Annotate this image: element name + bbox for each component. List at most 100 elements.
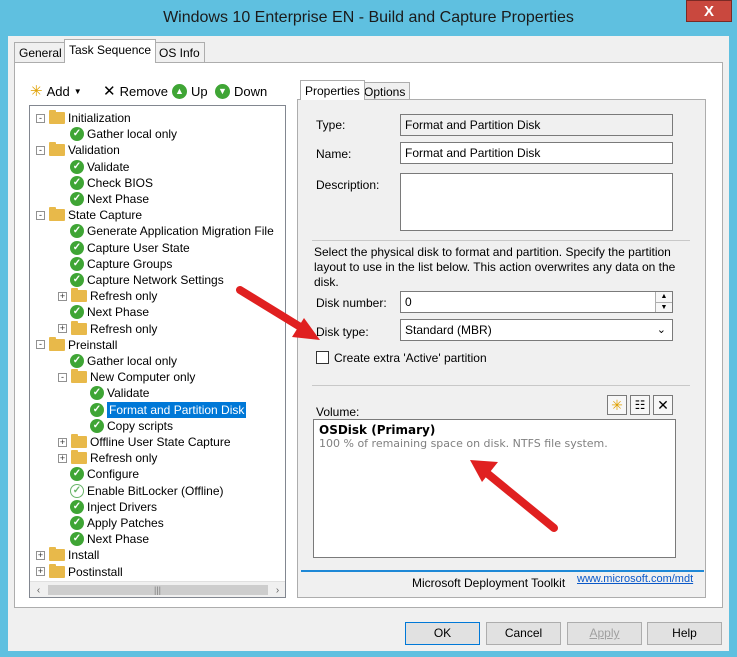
tree-group-node[interactable]: - Initialization xyxy=(36,110,131,126)
tree-group-node[interactable]: - State Capture xyxy=(36,207,142,223)
down-button[interactable]: ▼ Down xyxy=(215,80,267,102)
step-check-icon: ✓ xyxy=(70,159,84,174)
volume-properties-icon[interactable]: ☷ xyxy=(630,395,650,415)
window-frame-right xyxy=(729,36,737,657)
tree-group-node[interactable]: - New Computer only xyxy=(58,369,195,385)
collapse-icon[interactable]: - xyxy=(36,340,45,350)
close-button[interactable]: X xyxy=(686,0,732,22)
tree-group-node[interactable]: + Install xyxy=(36,547,99,563)
tree-step-node[interactable]: ✓ Gather local only xyxy=(70,353,177,369)
tree-step-node[interactable]: ✓ Enable BitLocker (Offline) xyxy=(70,483,224,499)
scroll-left-icon[interactable]: ‹ xyxy=(30,582,47,597)
folder-icon xyxy=(71,434,87,448)
volume-title[interactable]: OSDisk (Primary) xyxy=(319,423,435,437)
tree-horizontal-scrollbar[interactable]: ‹ ||| › xyxy=(30,581,285,597)
add-button[interactable]: ✳ Add ▼ xyxy=(30,80,82,102)
tree-step-node[interactable]: ✓ Check BIOS xyxy=(70,175,153,191)
mdt-link[interactable]: www.microsoft.com/mdt xyxy=(577,573,693,585)
red-arrow-annotation-2 xyxy=(470,460,558,532)
cancel-button[interactable]: Cancel xyxy=(486,622,561,645)
volume-detail: 100 % of remaining space on disk. NTFS f… xyxy=(319,437,608,450)
disk-number-input[interactable]: 0 xyxy=(400,291,673,313)
expand-icon[interactable]: + xyxy=(58,324,67,334)
tree-group-node[interactable]: + Refresh only xyxy=(58,320,157,337)
divider xyxy=(312,240,690,241)
tree-step-node[interactable]: ✓ Copy scripts xyxy=(90,418,173,434)
tree-group-node[interactable]: + Postinstall xyxy=(36,563,123,580)
tree-step-node[interactable]: ✓ Apply Patches xyxy=(70,515,164,531)
tab-task-sequence[interactable]: Task Sequence xyxy=(64,39,157,63)
collapse-icon[interactable]: - xyxy=(36,145,45,155)
tab-os-info[interactable]: OS Info xyxy=(154,42,205,62)
spin-up-icon[interactable]: ▲ xyxy=(656,292,672,303)
tree-step-node[interactable]: ✓ Next Phase xyxy=(70,191,149,207)
tree-step-node[interactable]: ✓ Next Phase xyxy=(70,531,149,547)
remove-button[interactable]: ✕ Remove xyxy=(103,80,168,102)
type-label: Type: xyxy=(316,118,346,132)
tree-group-node[interactable]: - Validation xyxy=(36,142,120,158)
tree-group-node[interactable]: + Offline User State Capture xyxy=(58,434,231,450)
up-button[interactable]: ▲ Up xyxy=(172,80,208,102)
expand-icon[interactable]: + xyxy=(58,453,67,463)
description-label: Description: xyxy=(316,178,380,192)
down-arrow-icon: ▼ xyxy=(215,83,230,99)
expand-icon[interactable]: + xyxy=(36,550,45,560)
tree-node-label: State Capture xyxy=(68,208,143,223)
window-frame-left xyxy=(0,36,8,657)
scroll-right-icon[interactable]: › xyxy=(269,582,285,597)
expand-icon[interactable]: + xyxy=(58,437,67,447)
remove-label: Remove xyxy=(119,83,168,99)
tree-step-node[interactable]: ✓ Configure xyxy=(70,466,139,482)
up-label: Up xyxy=(191,83,208,99)
window-title: Windows 10 Enterprise EN - Build and Cap… xyxy=(163,9,574,26)
tree-step-node[interactable]: ✓ Validate xyxy=(90,385,149,401)
tree-node-label: Format and Partition Disk xyxy=(107,401,247,418)
tab-options[interactable]: Options xyxy=(359,82,411,100)
disk-number-spinner[interactable]: ▲ ▼ xyxy=(655,292,672,312)
tree-step-node[interactable]: ✓ Inject Drivers xyxy=(70,499,157,515)
expand-icon[interactable]: + xyxy=(36,567,45,577)
tree-step-node[interactable]: ✓ Capture Network Settings xyxy=(70,272,224,288)
expand-icon[interactable]: + xyxy=(58,291,67,301)
tree-step-node[interactable]: ✓ Next Phase xyxy=(70,304,149,320)
disk-type-select[interactable]: Standard (MBR) ⌄ xyxy=(400,319,673,341)
description-input[interactable] xyxy=(400,173,673,231)
step-check-icon: ✓ xyxy=(70,532,84,547)
folder-icon xyxy=(49,207,65,222)
name-input[interactable]: Format and Partition Disk xyxy=(400,142,673,164)
type-field: Format and Partition Disk xyxy=(400,114,673,136)
collapse-icon[interactable]: - xyxy=(36,210,45,220)
tree-node-label: Validation xyxy=(68,143,120,158)
help-button[interactable]: Help xyxy=(647,622,722,645)
remove-x-icon: ✕ xyxy=(103,83,116,100)
step-check-icon: ✓ xyxy=(70,192,84,206)
tree-step-node[interactable]: ✓ Capture User State xyxy=(70,240,190,256)
tree-group-node[interactable]: - Preinstall xyxy=(36,336,117,353)
tab-general[interactable]: General xyxy=(14,42,67,62)
red-arrow-annotation-1 xyxy=(236,286,320,340)
folder-icon xyxy=(49,547,65,562)
step-check-icon: ✓ xyxy=(90,418,104,433)
apply-button[interactable]: Apply xyxy=(567,622,642,645)
tab-properties[interactable]: Properties xyxy=(300,80,365,100)
collapse-icon[interactable]: - xyxy=(58,372,67,382)
tree-node-label: Capture User State xyxy=(87,240,190,255)
step-check-icon: ✓ xyxy=(70,256,84,271)
tree-step-node[interactable]: ✓ Capture Groups xyxy=(70,256,172,272)
tree-step-node[interactable]: ✓ Generate Application Migration File xyxy=(70,223,274,239)
dropdown-arrow-icon: ▼ xyxy=(73,86,82,96)
step-check-icon: ✓ xyxy=(70,305,84,320)
tree-group-node[interactable]: + Refresh only xyxy=(58,288,157,304)
ok-button[interactable]: OK xyxy=(405,622,480,645)
tree-step-node[interactable]: ✓ Gather local only xyxy=(70,126,177,142)
delete-volume-x-icon[interactable]: ✕ xyxy=(653,395,673,415)
step-check-icon: ✓ xyxy=(70,499,84,514)
spin-down-icon[interactable]: ▼ xyxy=(656,303,672,312)
step-check-icon: ✓ xyxy=(70,175,84,190)
new-volume-star-icon[interactable]: ✳ xyxy=(607,395,627,415)
tree-group-node[interactable]: + Refresh only xyxy=(58,450,157,466)
collapse-icon[interactable]: - xyxy=(36,113,45,123)
tree-step-node[interactable]: ✓ Format and Partition Disk xyxy=(90,401,247,418)
tree-step-node[interactable]: ✓ Validate xyxy=(70,159,129,175)
folder-icon xyxy=(49,110,65,124)
